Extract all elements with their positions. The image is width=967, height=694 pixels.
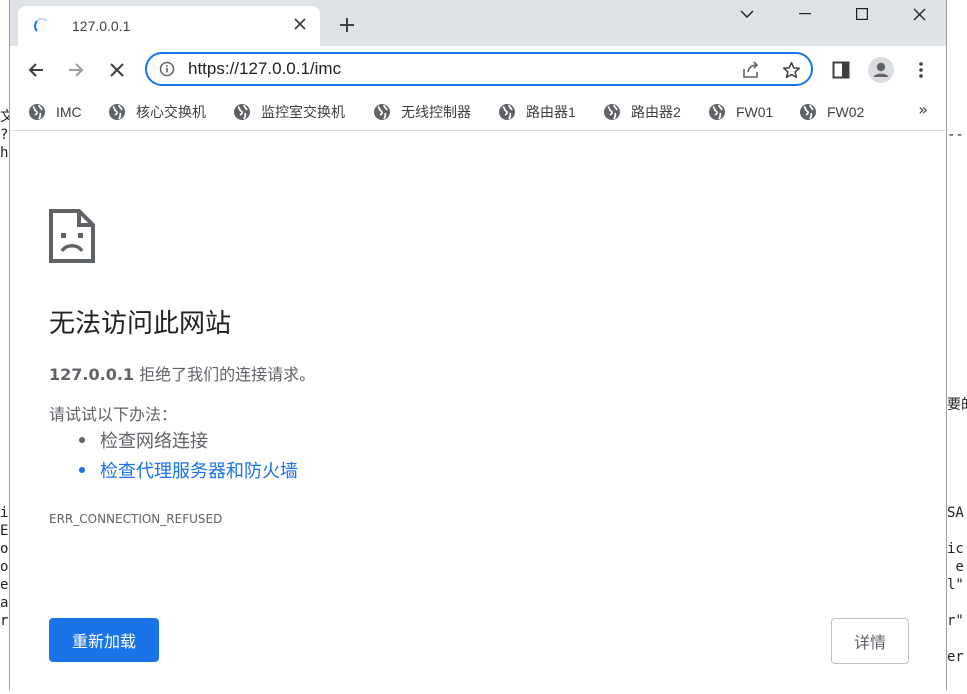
tab-close-icon[interactable]: [290, 16, 310, 36]
tab-search-icon[interactable]: [718, 0, 776, 28]
bookmark-label: IMC: [56, 104, 82, 120]
bookmark-label: 无线控制器: [401, 104, 471, 120]
bookmark-item[interactable]: 核心交换机: [108, 101, 206, 123]
stop-loading-icon[interactable]: [103, 56, 131, 84]
error-message-text: 拒绝了我们的连接请求。: [134, 365, 316, 384]
reload-button[interactable]: 重新加载: [49, 618, 159, 662]
bookmark-label: 路由器1: [526, 104, 576, 120]
address-bar[interactable]: https://127.0.0.1/imc: [145, 52, 813, 86]
try-label: 请试试以下办法：: [49, 405, 178, 424]
bookmarks-bar: » IMC 核心交换机 监控室交换机 无线控制器 路由器1 路由器2 FW01 FW02: [10, 94, 946, 131]
menu-kebab-icon[interactable]: [907, 56, 935, 84]
sad-page-icon: [49, 209, 95, 267]
error-code: ERR_CONNECTION_REFUSED: [49, 512, 223, 526]
back-arrow-icon[interactable]: [22, 56, 50, 84]
globe-icon: [234, 104, 250, 120]
side-panel-icon[interactable]: [827, 56, 855, 84]
browser-window: 127.0.0.1 https://127.0.0.1/imc » IMC 核心…: [9, 0, 947, 690]
bookmark-star-icon[interactable]: [781, 60, 801, 80]
tab-title: 127.0.0.1: [72, 18, 131, 34]
bookmark-label: FW02: [827, 104, 865, 120]
details-button[interactable]: 详情: [831, 618, 909, 664]
bookmark-label: 监控室交换机: [261, 104, 345, 120]
bookmark-item[interactable]: IMC: [28, 101, 82, 123]
bookmark-item[interactable]: 监控室交换机: [233, 101, 345, 123]
error-message: 127.0.0.1 拒绝了我们的连接请求。: [49, 361, 315, 385]
bookmark-item[interactable]: FW02: [799, 101, 864, 123]
bookmark-label: FW01: [736, 104, 774, 120]
navigation-toolbar: https://127.0.0.1/imc: [10, 46, 946, 94]
suggestion-check-proxy-link[interactable]: 检查代理服务器和防火墙: [79, 457, 298, 483]
loading-spinner-icon: [34, 18, 50, 34]
globe-icon: [374, 104, 390, 120]
background-text-left: 文 ? h i E o o e a r: [0, 109, 9, 629]
profile-avatar-icon[interactable]: [867, 56, 895, 84]
globe-icon: [499, 104, 515, 120]
maximize-button[interactable]: [833, 0, 891, 28]
globe-icon: [800, 104, 816, 120]
globe-icon: [709, 104, 725, 120]
url-text[interactable]: https://127.0.0.1/imc: [188, 59, 341, 79]
title-bar: 127.0.0.1: [10, 0, 946, 46]
globe-icon: [604, 104, 620, 120]
bookmark-item[interactable]: 路由器2: [603, 101, 681, 123]
bookmark-item[interactable]: 路由器1: [498, 101, 576, 123]
bookmark-item[interactable]: FW01: [708, 101, 773, 123]
suggestion-check-network: 检查网络连接: [79, 427, 208, 453]
bookmark-label: 路由器2: [631, 104, 681, 120]
minimize-button[interactable]: [776, 0, 834, 28]
error-page: 无法访问此网站 127.0.0.1 拒绝了我们的连接请求。 请试试以下办法： 检…: [10, 131, 946, 690]
browser-tab[interactable]: 127.0.0.1: [18, 6, 320, 46]
globe-icon: [109, 104, 125, 120]
bookmark-label: 核心交换机: [136, 104, 206, 120]
background-text-right: -- 要的 SA ic e l" r" er: [947, 127, 967, 665]
globe-icon: [29, 104, 45, 120]
error-heading: 无法访问此网站: [49, 309, 232, 339]
site-info-icon[interactable]: [159, 61, 175, 77]
error-host: 127.0.0.1: [49, 365, 135, 384]
new-tab-button[interactable]: [334, 14, 360, 40]
bookmarks-overflow-button[interactable]: »: [918, 100, 928, 119]
close-window-button[interactable]: [890, 0, 948, 28]
forward-arrow-icon[interactable]: [62, 56, 90, 84]
bookmark-item[interactable]: 无线控制器: [373, 101, 471, 123]
share-icon[interactable]: [741, 60, 761, 80]
